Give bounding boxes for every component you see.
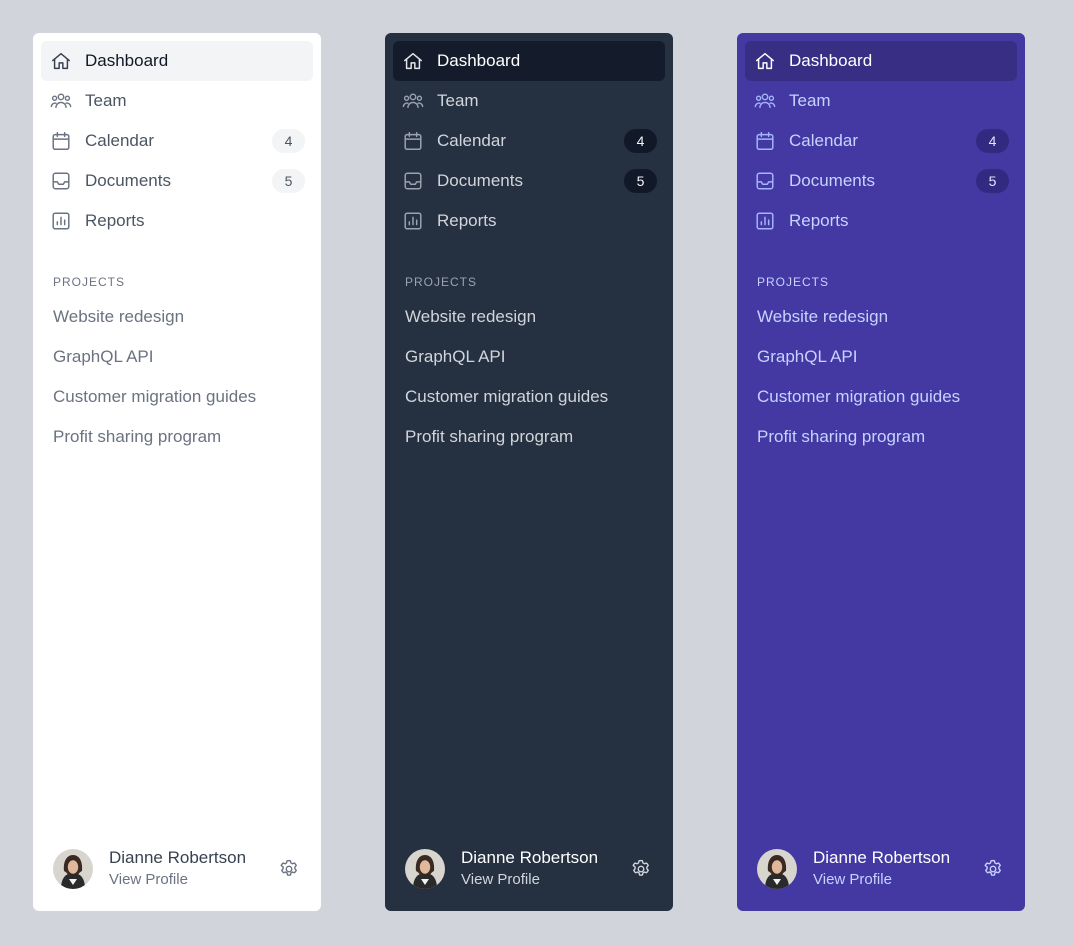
nav-item-dashboard[interactable]: Dashboard [393, 41, 665, 81]
profile-name: Dianne Robertson [109, 848, 247, 867]
gear-icon[interactable] [277, 857, 301, 881]
projects-heading: PROJECTS [405, 275, 478, 289]
users-icon [753, 89, 777, 113]
main-nav: Dashboard Team Calendar 4 Documents 5 Re… [745, 41, 1017, 241]
nav-label: Team [437, 91, 479, 110]
nav-label: Reports [789, 211, 849, 230]
nav-item-documents[interactable]: Documents 5 [41, 161, 313, 201]
count-badge: 5 [976, 169, 1009, 193]
profile-text: Dianne Robertson View Profile [461, 848, 629, 890]
nav-label: Documents [789, 171, 875, 190]
nav-item-calendar[interactable]: Calendar 4 [745, 121, 1017, 161]
project-link[interactable]: Customer migration guides [41, 377, 313, 417]
project-link[interactable]: Customer migration guides [745, 377, 1017, 417]
profile-name: Dianne Robertson [461, 848, 599, 867]
inbox-icon [49, 169, 73, 193]
count-badge: 4 [624, 129, 657, 153]
sidebar-indigo: Dashboard Team Calendar 4 Documents 5 Re… [737, 33, 1025, 911]
chart-bar-icon [401, 209, 425, 233]
chart-bar-icon [49, 209, 73, 233]
inbox-icon [753, 169, 777, 193]
project-link[interactable]: Website redesign [745, 297, 1017, 337]
nav-label: Calendar [437, 131, 506, 150]
user-profile: Dianne Robertson View Profile [405, 848, 653, 890]
gear-icon[interactable] [981, 857, 1005, 881]
user-profile: Dianne Robertson View Profile [53, 848, 301, 890]
nav-label: Calendar [85, 131, 154, 150]
gear-icon[interactable] [629, 857, 653, 881]
sidebar-light: Dashboard Team Calendar 4 Documents 5 Re… [33, 33, 321, 911]
nav-item-reports[interactable]: Reports [393, 201, 665, 241]
count-badge: 5 [272, 169, 305, 193]
users-icon [49, 89, 73, 113]
profile-text: Dianne Robertson View Profile [109, 848, 277, 890]
nav-item-calendar[interactable]: Calendar 4 [41, 121, 313, 161]
project-link[interactable]: Website redesign [393, 297, 665, 337]
nav-item-team[interactable]: Team [393, 81, 665, 121]
main-nav: Dashboard Team Calendar 4 Documents 5 Re… [41, 41, 313, 241]
inbox-icon [401, 169, 425, 193]
nav-item-team[interactable]: Team [745, 81, 1017, 121]
nav-label: Documents [437, 171, 523, 190]
nav-label: Calendar [789, 131, 858, 150]
project-link[interactable]: GraphQL API [41, 337, 313, 377]
nav-label: Team [85, 91, 127, 110]
nav-label: Team [789, 91, 831, 110]
projects-list: Website redesign GraphQL API Customer mi… [41, 297, 313, 457]
chart-bar-icon [753, 209, 777, 233]
nav-label: Reports [85, 211, 145, 230]
avatar[interactable] [757, 849, 797, 889]
calendar-icon [49, 129, 73, 153]
projects-heading: PROJECTS [53, 275, 126, 289]
projects-list: Website redesign GraphQL API Customer mi… [745, 297, 1017, 457]
project-link[interactable]: Profit sharing program [745, 417, 1017, 457]
view-profile-link[interactable]: View Profile [813, 870, 981, 890]
count-badge: 4 [272, 129, 305, 153]
nav-label: Reports [437, 211, 497, 230]
project-link[interactable]: Customer migration guides [393, 377, 665, 417]
main-nav: Dashboard Team Calendar 4 Documents 5 Re… [393, 41, 665, 241]
project-link[interactable]: Profit sharing program [393, 417, 665, 457]
nav-item-dashboard[interactable]: Dashboard [745, 41, 1017, 81]
calendar-icon [401, 129, 425, 153]
nav-item-team[interactable]: Team [41, 81, 313, 121]
home-icon [49, 49, 73, 73]
project-link[interactable]: Website redesign [41, 297, 313, 337]
nav-item-reports[interactable]: Reports [41, 201, 313, 241]
sidebar-dark: Dashboard Team Calendar 4 Documents 5 Re… [385, 33, 673, 911]
home-icon [753, 49, 777, 73]
view-profile-link[interactable]: View Profile [109, 870, 277, 890]
calendar-icon [753, 129, 777, 153]
avatar[interactable] [53, 849, 93, 889]
nav-item-documents[interactable]: Documents 5 [745, 161, 1017, 201]
projects-heading: PROJECTS [757, 275, 830, 289]
profile-text: Dianne Robertson View Profile [813, 848, 981, 890]
user-profile: Dianne Robertson View Profile [757, 848, 1005, 890]
home-icon [401, 49, 425, 73]
nav-item-calendar[interactable]: Calendar 4 [393, 121, 665, 161]
users-icon [401, 89, 425, 113]
nav-label: Documents [85, 171, 171, 190]
project-link[interactable]: GraphQL API [393, 337, 665, 377]
projects-list: Website redesign GraphQL API Customer mi… [393, 297, 665, 457]
count-badge: 5 [624, 169, 657, 193]
count-badge: 4 [976, 129, 1009, 153]
nav-label: Dashboard [85, 51, 169, 70]
nav-item-reports[interactable]: Reports [745, 201, 1017, 241]
nav-label: Dashboard [789, 51, 873, 70]
project-link[interactable]: Profit sharing program [41, 417, 313, 457]
nav-item-dashboard[interactable]: Dashboard [41, 41, 313, 81]
view-profile-link[interactable]: View Profile [461, 870, 629, 890]
profile-name: Dianne Robertson [813, 848, 951, 867]
project-link[interactable]: GraphQL API [745, 337, 1017, 377]
avatar[interactable] [405, 849, 445, 889]
nav-label: Dashboard [437, 51, 521, 70]
nav-item-documents[interactable]: Documents 5 [393, 161, 665, 201]
